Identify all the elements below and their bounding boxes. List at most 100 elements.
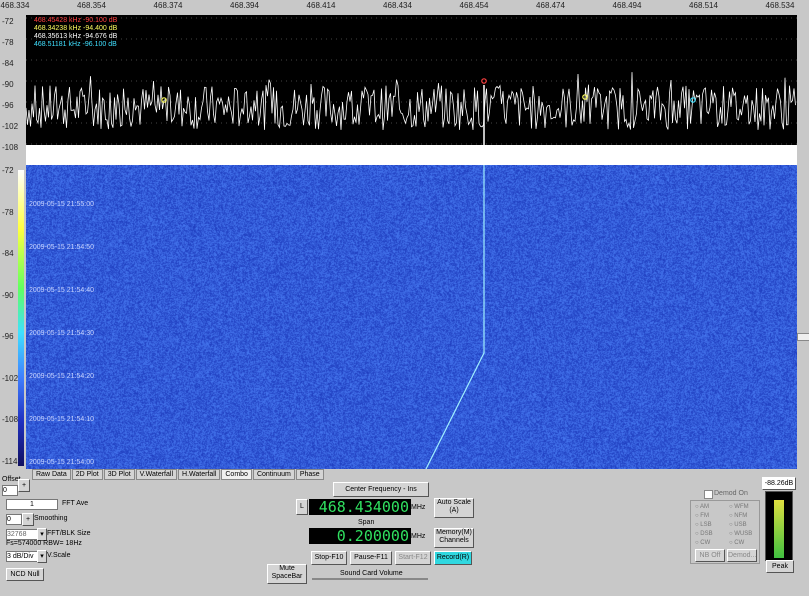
waterfall-timestamp: 2009-05-15 21:54:30 — [29, 330, 94, 337]
waterfall-y-tick: -84 — [2, 249, 14, 258]
waterfall-timestamp: 2009-05-15 21:54:50 — [29, 244, 94, 251]
span-label: Span — [358, 519, 375, 526]
freq-tick-label: 468.414 — [306, 1, 336, 10]
peak-button[interactable]: Peak — [766, 560, 794, 573]
tab-continuum[interactable]: Continuum — [252, 469, 295, 480]
demod-mode-wfm[interactable]: ○ WFM — [729, 504, 749, 510]
center-frequency-display[interactable]: 468.434000 — [309, 499, 411, 515]
frequency-axis: 468.334 468.354 468.374 468.394 468.414 468.4… — [0, 0, 809, 15]
tab-3d-plot[interactable]: 3D Plot — [103, 469, 135, 480]
spectrum-trace — [26, 17, 797, 165]
l-button[interactable]: L — [296, 499, 308, 515]
spectrum-y-tick: -108 — [2, 143, 19, 152]
level-meter — [765, 491, 793, 561]
fft-ave-field[interactable]: 1 — [6, 499, 58, 510]
vscale-dropdown-icon[interactable]: ▾ — [37, 550, 47, 563]
auto-scale-button[interactable]: Auto Scale (A) — [434, 498, 474, 518]
demod-mode-label: NFM — [734, 513, 748, 519]
waterfall-y-tick: -72 — [2, 166, 14, 175]
demod-mode-label: AM — [699, 504, 709, 510]
vscale-label: V.Scale — [47, 552, 71, 559]
waterfall-plot[interactable]: 2009-05-15 21:55:00 2009-05-15 21:54:50 20… — [26, 165, 797, 469]
demod-mode-label: WUSB — [734, 531, 753, 537]
tab-combo[interactable]: Combo — [221, 469, 252, 480]
freq-tick-label: 468.374 — [153, 1, 183, 10]
pause-button[interactable]: Pause-F11 — [350, 551, 392, 565]
fft-size-select[interactable]: 32768 — [6, 529, 38, 540]
marker-readout: 468.35613 kHz -94.676 dB — [34, 33, 118, 40]
db-readout: -88.26dB — [762, 477, 796, 490]
demod-mode-label: USB — [734, 522, 747, 528]
demod-mode-cw[interactable]: ○ CW — [695, 540, 710, 546]
stop-button[interactable]: Stop-F10 — [311, 551, 347, 565]
fft-ave-label: FFT Ave — [62, 500, 89, 507]
waterfall-timestamp: 2009-05-15 21:54:40 — [29, 287, 94, 294]
tab-phase[interactable]: Phase — [295, 469, 324, 480]
marker-diamond-icon — [481, 78, 487, 84]
start-button[interactable]: Start-F12 — [395, 551, 431, 565]
span-unit: MHz — [411, 533, 426, 540]
freq-tick-label: 468.454 — [459, 1, 489, 10]
offset-field[interactable]: 0 — [2, 485, 18, 496]
center-frequency-button[interactable]: Center Frequency - Ins — [333, 482, 429, 497]
waterfall-y-tick: -90 — [2, 290, 14, 300]
waterfall-signal-trace — [425, 165, 485, 469]
ncd-null-button[interactable]: NCD Null — [6, 568, 44, 581]
record-button[interactable]: Record(R) — [434, 551, 472, 565]
nb-button[interactable]: NB Off — [695, 549, 725, 562]
waterfall-timestamp: 2009-05-15 21:55:00 — [29, 201, 94, 208]
mute-button[interactable]: Mute SpaceBar — [267, 564, 307, 584]
smoothing-field[interactable]: 0 — [6, 514, 22, 525]
spectrum-y-tick: -84 — [2, 59, 14, 68]
demod-mode-cw[interactable]: ○ CW — [729, 540, 744, 546]
demod-mode-am[interactable]: ○ AM — [695, 504, 709, 510]
freq-tick-label: 468.354 — [77, 1, 106, 10]
demod-mode-label: CW — [700, 540, 711, 546]
demod-mode-fm[interactable]: ○ FM — [695, 513, 709, 519]
waterfall-y-tick: -114 — [2, 456, 18, 466]
offset-spin[interactable]: + — [18, 479, 30, 492]
spectrum-plot[interactable]: 468.45428 kHz -90.100 dB 468.34238 kHz -9… — [26, 15, 797, 165]
freq-tick-label: 468.514 — [689, 1, 718, 10]
demod-mode-label: DSB — [700, 531, 713, 537]
span-display[interactable]: 0.200000 — [309, 528, 411, 544]
freq-tick-label: 468.334 — [0, 1, 30, 10]
fft-size-label: FFT/BLK Size — [47, 530, 91, 537]
spectrum-y-tick: -90 — [2, 80, 14, 89]
freq-tick-label: 468.474 — [536, 1, 565, 10]
fs-rbw-readout: Fs=574000 RBW= 18Hz — [6, 540, 82, 547]
demod-checkbox[interactable] — [704, 490, 713, 499]
tab-raw-data[interactable]: Raw Data — [32, 469, 71, 480]
demod-on-label: Demod On — [714, 490, 748, 497]
freq-tick-label: 468.394 — [230, 1, 259, 10]
waterfall-timestamp: 2009-05-15 21:54:10 — [29, 416, 94, 423]
freq-tick-label: 468.494 — [612, 1, 642, 10]
memory-channels-button[interactable]: Memory(M) Channels — [434, 528, 474, 548]
demod-settings-button[interactable]: Demod... — [727, 549, 757, 562]
demod-mode-nfm[interactable]: ○ NFM — [729, 513, 747, 519]
demod-mode-dsb[interactable]: ○ DSB — [695, 531, 713, 537]
spectrum-y-tick: -78 — [2, 38, 14, 47]
spectrum-y-tick: -102 — [2, 122, 19, 131]
volume-slider[interactable] — [312, 578, 428, 580]
spectrum-y-tick: -72 — [2, 17, 14, 26]
freq-tick-label: 468.434 — [383, 1, 412, 10]
freq-tick-label: 468.534 — [765, 1, 795, 10]
demod-mode-label: LSB — [700, 522, 712, 528]
scroll-thumb[interactable] — [797, 333, 809, 341]
smoothing-spin[interactable]: + — [22, 513, 34, 526]
marker-readout: 468.51181 kHz -96.100 dB — [34, 41, 117, 48]
demod-mode-usb[interactable]: ○ USB — [729, 522, 747, 528]
waterfall-y-tick: -102 — [2, 373, 19, 383]
demod-mode-label: FM — [700, 513, 709, 519]
tab-h-waterfall[interactable]: H.Waterfall — [178, 469, 221, 480]
demod-mode-wusb[interactable]: ○ WUSB — [729, 531, 752, 537]
tab-v-waterfall[interactable]: V.Waterfall — [135, 469, 178, 480]
tab-2d-plot[interactable]: 2D Plot — [71, 469, 103, 480]
right-scrollbar[interactable] — [797, 15, 809, 470]
waterfall-timestamp: 2009-05-15 21:54:00 — [29, 459, 94, 466]
demod-mode-label: WFM — [734, 504, 749, 510]
vscale-select[interactable]: 3 dB/Div — [6, 551, 38, 562]
demod-mode-lsb[interactable]: ○ LSB — [695, 522, 712, 528]
marker-readout: 468.34238 kHz -94.400 dB — [34, 25, 118, 32]
